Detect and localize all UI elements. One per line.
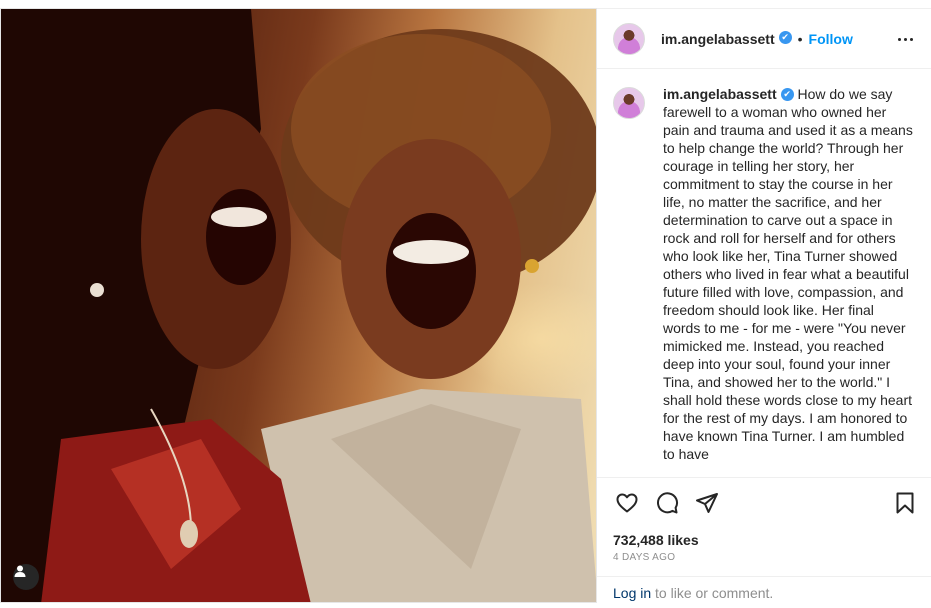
caption-text: im.angelabassett ✔ How do we say farewell…: [663, 85, 915, 463]
user-silhouette-icon: [14, 565, 26, 577]
photo-illustration: [1, 9, 596, 602]
verified-badge-icon: ✔: [778, 31, 792, 44]
caption-area: im.angelabassett ✔ How do we say farewell…: [597, 69, 931, 477]
post-side-panel: im.angelabassett ✔ • Follow im.angelabas…: [597, 8, 931, 608]
likes-count[interactable]: 732,488 likes: [597, 528, 931, 550]
follow-button[interactable]: Follow: [809, 31, 853, 47]
heart-icon[interactable]: [613, 489, 641, 517]
login-link[interactable]: Log in: [613, 585, 651, 601]
action-bar: [597, 478, 931, 528]
header-username[interactable]: im.angelabassett: [661, 31, 775, 47]
actions-section: 732,488 likes 4 DAYS AGO: [597, 477, 931, 570]
caption-username[interactable]: im.angelabassett: [663, 86, 777, 102]
caption-verified-badge-icon: ✔: [780, 87, 794, 101]
login-prompt: Log in to like or comment.: [597, 576, 931, 608]
post-header: im.angelabassett ✔ • Follow: [597, 9, 931, 69]
bookmark-icon[interactable]: [891, 489, 919, 517]
avatar[interactable]: [613, 22, 645, 55]
more-options-icon[interactable]: [895, 29, 915, 49]
instagram-post: im.angelabassett ✔ • Follow im.angelabas…: [0, 0, 931, 608]
post-photo[interactable]: [0, 8, 597, 603]
login-suffix: to like or comment.: [651, 585, 774, 601]
user-tag-icon[interactable]: [13, 564, 39, 590]
caption-avatar[interactable]: [613, 87, 645, 119]
caption-body: How do we say farewell to a woman who ow…: [663, 86, 913, 462]
caption-row: im.angelabassett ✔ How do we say farewell…: [613, 85, 915, 463]
separator-dot: •: [797, 30, 803, 47]
share-icon[interactable]: [693, 489, 721, 517]
post-date[interactable]: 4 DAYS AGO: [597, 550, 931, 570]
comment-icon[interactable]: [653, 489, 681, 517]
